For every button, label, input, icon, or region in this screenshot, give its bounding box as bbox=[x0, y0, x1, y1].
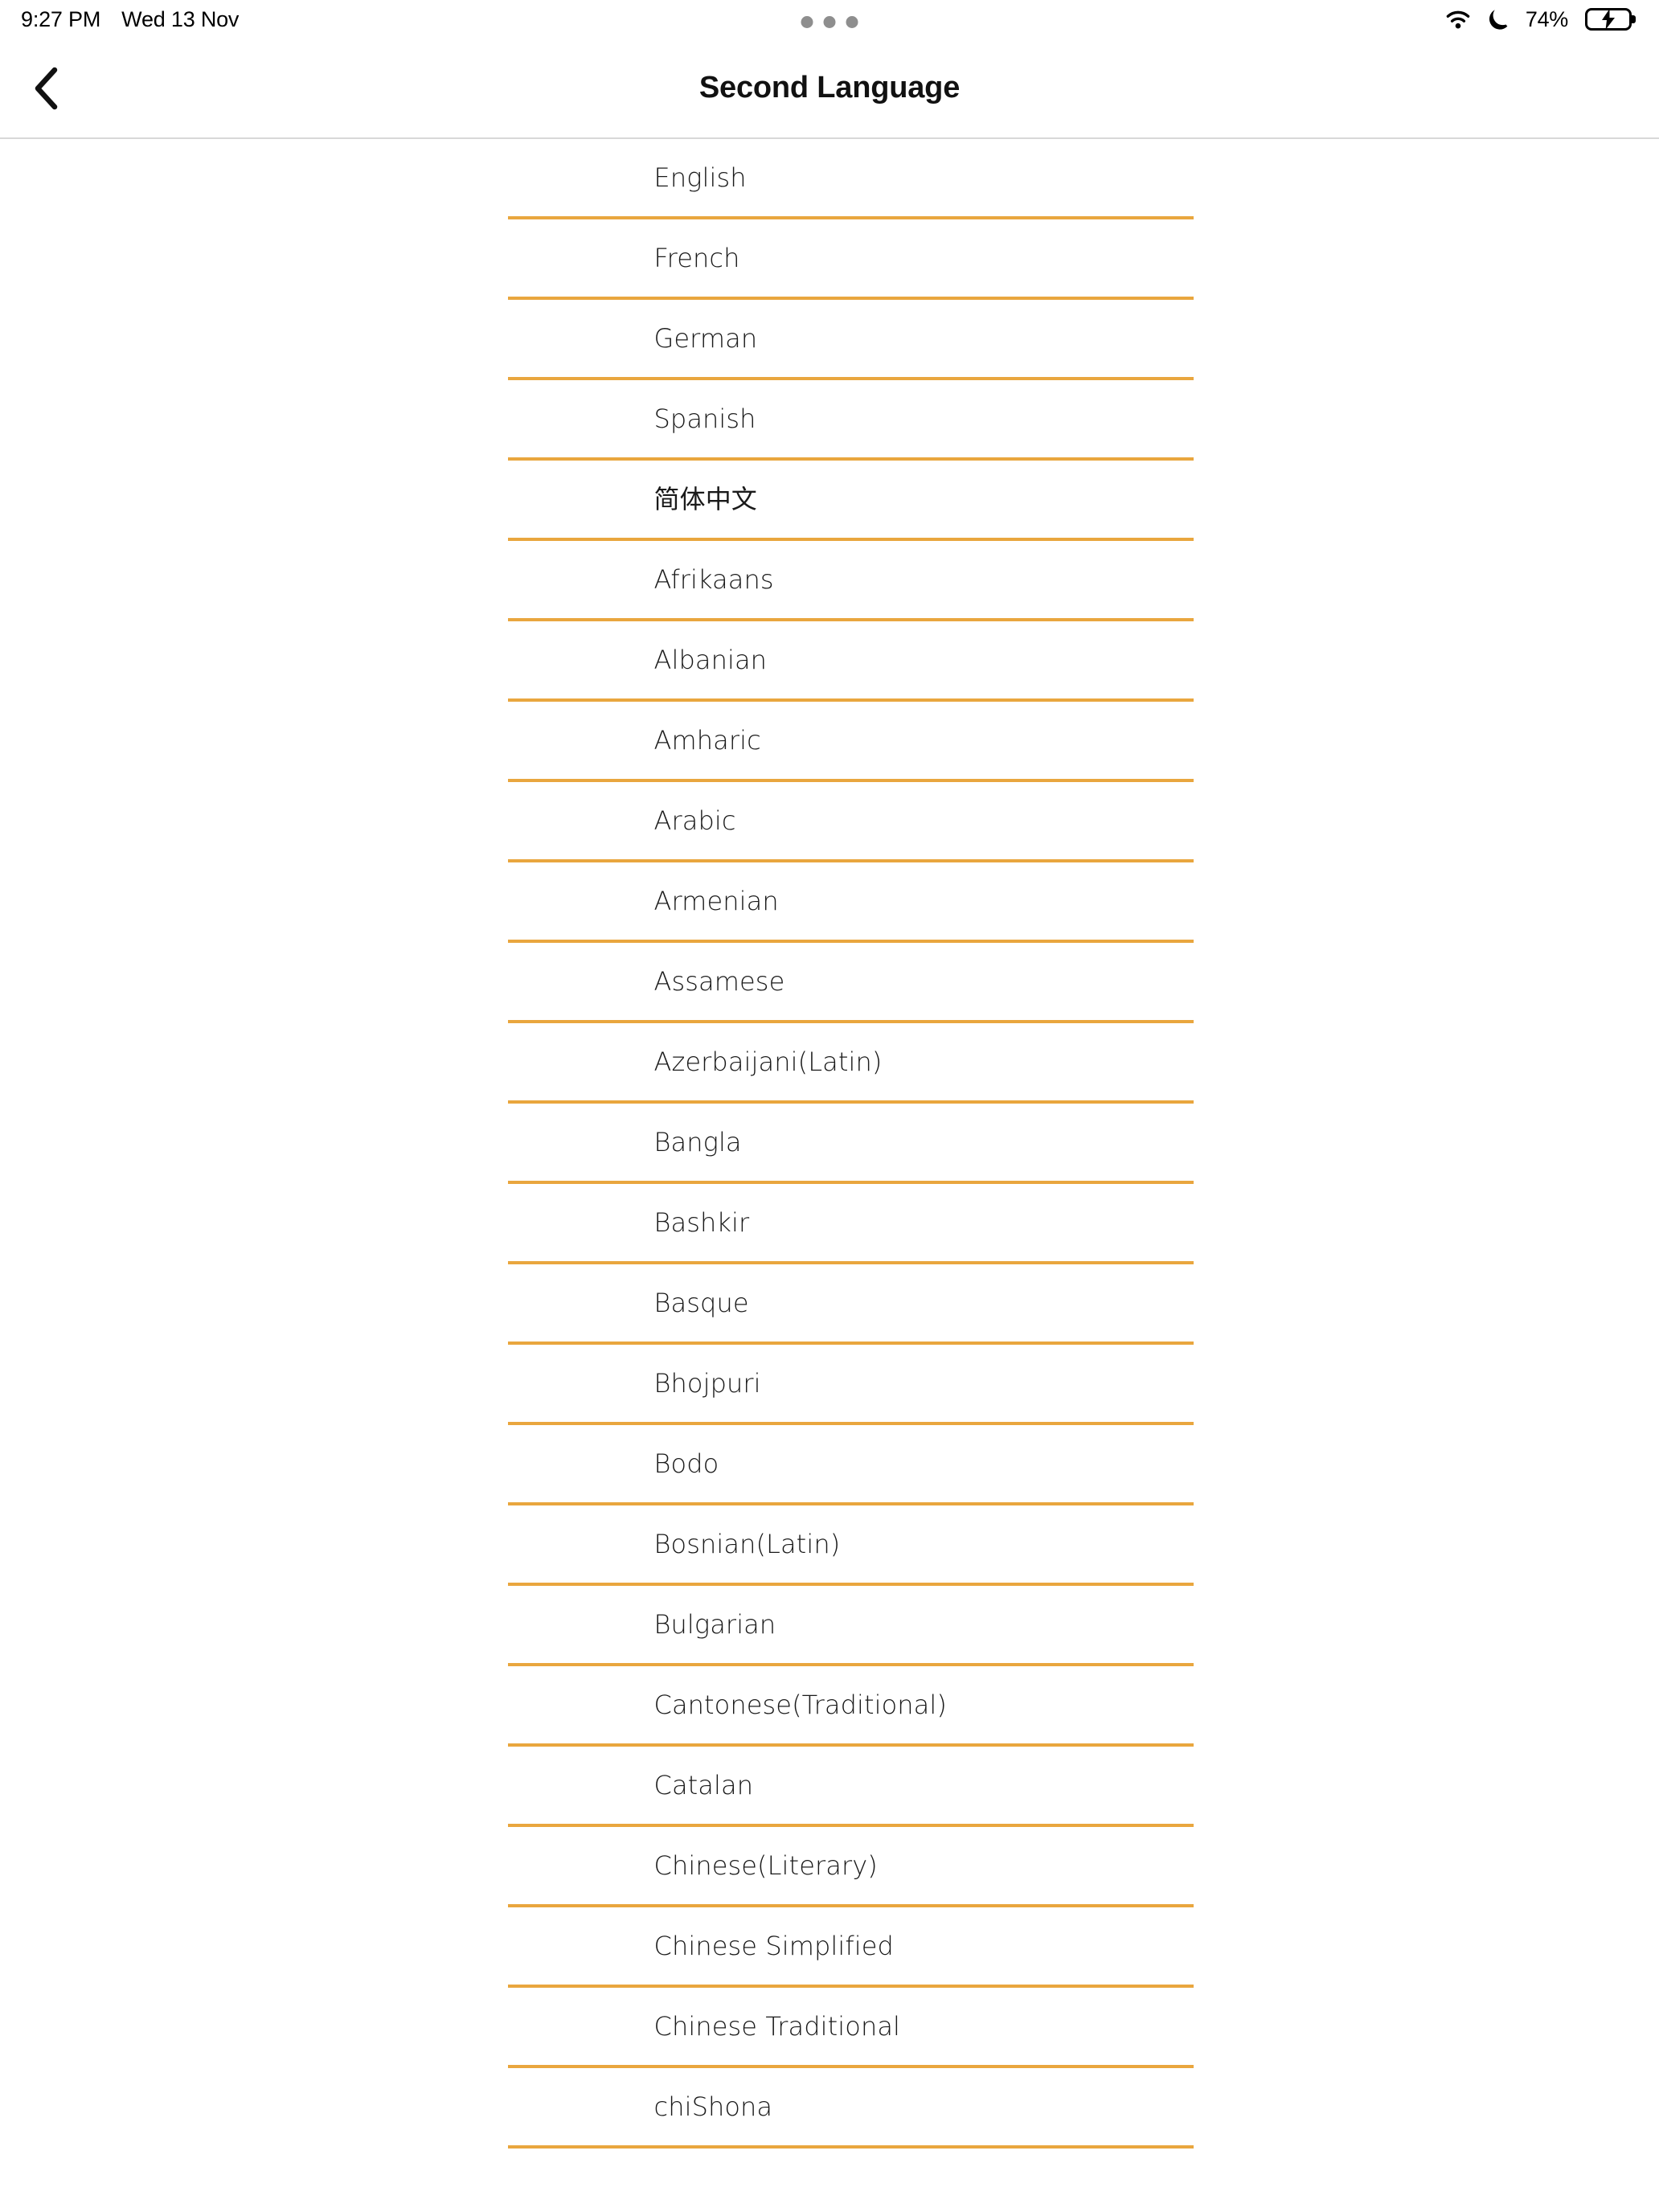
language-list-item-label: Azerbaijani(Latin) bbox=[653, 1047, 883, 1077]
back-button[interactable] bbox=[14, 57, 77, 120]
language-list-item[interactable]: Albanian bbox=[507, 621, 1194, 702]
language-list-item[interactable]: Bashkir bbox=[507, 1184, 1194, 1264]
language-list-item-label: 简体中文 bbox=[653, 484, 757, 514]
language-list-item[interactable]: Cantonese(Traditional) bbox=[507, 1666, 1194, 1747]
language-list-item-label: Chinese Traditional bbox=[653, 2011, 901, 2042]
language-list-item-label: Chinese Simplified bbox=[653, 1931, 894, 1961]
language-list-item-label: Spanish bbox=[653, 403, 756, 434]
language-list-item[interactable]: Azerbaijani(Latin) bbox=[507, 1023, 1194, 1104]
language-list-item[interactable]: 简体中文 bbox=[507, 461, 1194, 541]
language-list-item-label: Amharic bbox=[653, 725, 761, 756]
language-list-item-label: Armenian bbox=[653, 886, 779, 916]
language-list-item[interactable]: Bhojpuri bbox=[507, 1345, 1194, 1425]
language-list-item[interactable]: Spanish bbox=[507, 380, 1194, 461]
language-list-item[interactable]: Arabic bbox=[507, 782, 1194, 862]
status-bar: 9:27 PM Wed 13 Nov 74% bbox=[0, 0, 1659, 39]
language-list-scroll-area[interactable]: English French German Spanish 简体中文 Afrikaans A… bbox=[0, 139, 1659, 2212]
status-bar-right: 74% bbox=[1444, 7, 1632, 32]
language-list-item-label: Basque bbox=[653, 1288, 749, 1318]
language-list-item-label: Afrikaans bbox=[653, 564, 774, 595]
language-list-item[interactable]: Basque bbox=[507, 1264, 1194, 1345]
language-list-item[interactable]: Bangla bbox=[507, 1104, 1194, 1184]
language-list-item-label: Bangla bbox=[653, 1127, 742, 1157]
language-list-item-label: Arabic bbox=[653, 805, 736, 836]
dot-3 bbox=[846, 16, 858, 28]
language-list-item[interactable]: Afrikaans bbox=[507, 541, 1194, 621]
language-list-item-label: Assamese bbox=[653, 966, 785, 997]
navigation-header: Second Language bbox=[0, 39, 1659, 139]
language-list-item[interactable]: French bbox=[507, 219, 1194, 300]
language-list-item[interactable]: English bbox=[507, 139, 1194, 219]
language-list-item[interactable]: Armenian bbox=[507, 862, 1194, 943]
dot-1 bbox=[801, 16, 813, 28]
dot-2 bbox=[823, 16, 836, 28]
language-list-item-label: Bulgarian bbox=[653, 1609, 776, 1640]
language-list-item-label: Bashkir bbox=[653, 1207, 750, 1238]
language-list-item[interactable]: Assamese bbox=[507, 943, 1194, 1023]
language-list-item[interactable]: Bodo bbox=[507, 1425, 1194, 1505]
language-list-item[interactable]: Amharic bbox=[507, 702, 1194, 782]
language-list-item-label: German bbox=[653, 323, 758, 354]
language-list-item[interactable]: Chinese Traditional bbox=[507, 1988, 1194, 2068]
language-list-item[interactable]: Chinese(Literary) bbox=[507, 1827, 1194, 1907]
moon-icon bbox=[1488, 7, 1510, 31]
language-list-item[interactable]: German bbox=[507, 300, 1194, 380]
language-list-item-label: Catalan bbox=[653, 1770, 754, 1800]
language-list-item[interactable]: Catalan bbox=[507, 1747, 1194, 1827]
battery-percentage: 74% bbox=[1525, 6, 1568, 31]
wifi-icon bbox=[1444, 8, 1473, 31]
chevron-left-icon bbox=[31, 67, 60, 110]
language-list-item-label: Bhojpuri bbox=[653, 1368, 761, 1399]
language-list-item[interactable]: Bulgarian bbox=[507, 1586, 1194, 1666]
status-time: 9:27 PM bbox=[21, 6, 101, 31]
battery-charging-icon bbox=[1585, 8, 1632, 31]
language-list-item-label: Albanian bbox=[653, 645, 768, 675]
language-list-item[interactable]: Chinese Simplified bbox=[507, 1907, 1194, 1988]
language-list-item-label: Bosnian(Latin) bbox=[653, 1529, 841, 1559]
language-list-item-label: French bbox=[653, 243, 740, 273]
charging-bolt-icon bbox=[1600, 9, 1616, 30]
language-list-item-label: Bodo bbox=[653, 1448, 719, 1479]
language-list-item-label: chiShona bbox=[653, 2091, 773, 2122]
multitasking-dots-icon[interactable] bbox=[801, 16, 858, 28]
status-bar-left: 9:27 PM Wed 13 Nov bbox=[21, 7, 239, 32]
status-date: Wed 13 Nov bbox=[121, 6, 240, 31]
language-list-item-label: Cantonese(Traditional) bbox=[653, 1690, 947, 1720]
language-list-item[interactable]: Bosnian(Latin) bbox=[507, 1505, 1194, 1586]
language-list-item[interactable]: chiShona bbox=[507, 2068, 1194, 2149]
language-list-item-label: Chinese(Literary) bbox=[653, 1850, 878, 1881]
language-list: English French German Spanish 简体中文 Afrikaans A… bbox=[507, 139, 1194, 2149]
language-list-item-label: English bbox=[653, 162, 747, 193]
page-title: Second Language bbox=[698, 71, 961, 104]
